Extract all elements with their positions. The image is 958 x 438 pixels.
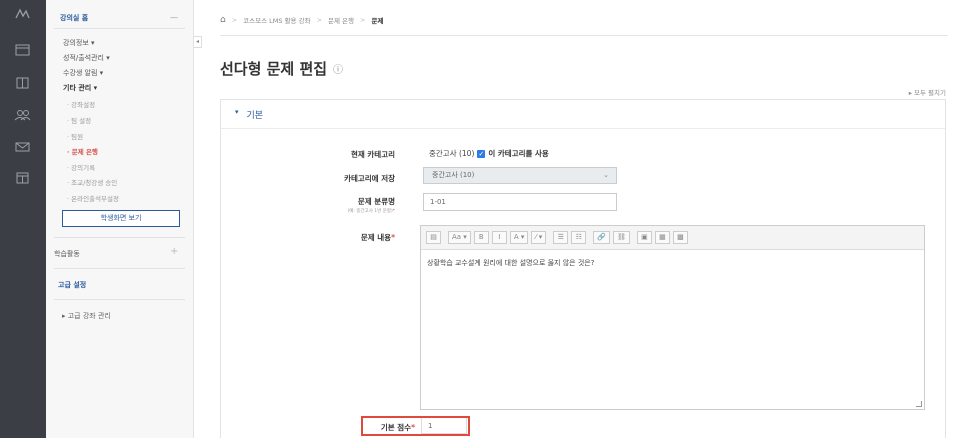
question-text-editor[interactable]: ▤ Aa ▾ B I A ▾ ⁄ ▾ ☰ ☷ 🔗 ⛓ ▣ ▦ ▩ 상황학습 교수… <box>420 225 925 410</box>
unlink-icon[interactable]: ⛓ <box>613 231 630 244</box>
link-icon[interactable]: 🔗 <box>593 231 611 244</box>
chevron-down-icon: ⌄ <box>603 171 609 179</box>
divider <box>54 268 185 269</box>
question-class-label-text: 문제 분류명 <box>357 197 395 206</box>
file-icon[interactable]: ▩ <box>672 231 688 244</box>
chevron-down-icon: ▾ <box>235 108 239 116</box>
sidebar-collapse-dash[interactable]: — <box>170 13 178 22</box>
divider <box>220 35 948 36</box>
required-icon: * <box>392 209 395 214</box>
home-icon[interactable]: ⌂ <box>220 15 226 24</box>
sidebar-subitem-ta-approval[interactable]: · 조교/청강생 승인 <box>67 177 117 187</box>
resize-handle[interactable] <box>916 401 922 407</box>
page-title-text: 선다형 문제 편집 <box>220 60 328 78</box>
question-class-note: (예: 중간고사 1번 문항)* <box>347 208 395 214</box>
breadcrumb-separator: > <box>360 16 366 24</box>
breadcrumb-course[interactable]: 코스모스 LMS 활용 강좌 <box>243 15 310 25</box>
calendar-icon[interactable] <box>14 172 31 184</box>
book-icon[interactable] <box>14 77 31 89</box>
advanced-settings-header[interactable]: 고급 설정 <box>58 280 86 290</box>
editor-toggle-icon[interactable]: ▤ <box>426 231 441 244</box>
student-view-button[interactable]: 학생화면 보기 <box>62 210 180 227</box>
expand-all-link[interactable]: ▸ 모두 펼치기 <box>909 87 946 97</box>
course-home-link[interactable]: 강의실 홈 <box>60 13 88 23</box>
question-class-input[interactable]: 1-01 <box>423 193 617 211</box>
highlight-icon[interactable]: ⁄ ▾ <box>531 231 547 244</box>
save-category-value: 중간고사 (10) <box>432 171 475 179</box>
question-class-label: 문제 분류명 <box>358 196 395 207</box>
course-sidebar: 강의실 홈 — 강의정보 ▾ 성적/출석관리 ▾ 수강생 알림 ▾ 기타 관리 … <box>46 0 194 438</box>
sidebar-subitem-course-log[interactable]: · 강의기록 <box>67 162 95 172</box>
breadcrumb-separator: > <box>231 16 238 24</box>
section-toggle[interactable]: ▾ 기본 <box>235 108 263 121</box>
help-icon[interactable]: ⓘ <box>333 61 343 76</box>
breadcrumb-current: 문제 <box>371 17 384 25</box>
add-activity-icon[interactable]: + <box>170 246 178 257</box>
sidebar-item-grades-attendance[interactable]: 성적/출석관리 ▾ <box>63 53 110 63</box>
icon-rail <box>0 0 46 438</box>
general-section: ▾ 기본 현재 카테고리 중간고사 (10) ✓ 이 카테고리를 사용 카테고리… <box>220 99 946 438</box>
image-icon[interactable]: ▣ <box>636 231 652 244</box>
breadcrumb-separator: > <box>316 16 323 24</box>
question-text-label-text: 문제 내용 <box>360 233 392 242</box>
sidebar-subitem-team-members[interactable]: · 팀원 <box>67 131 83 141</box>
divider <box>221 128 945 129</box>
window-icon[interactable] <box>14 44 31 56</box>
save-category-select[interactable]: 중간고사 (10) ⌄ <box>423 167 617 184</box>
sidebar-toggle-button[interactable]: ◂ <box>194 36 202 48</box>
users-icon[interactable] <box>14 109 31 121</box>
paragraph-style-icon[interactable]: Aa ▾ <box>448 231 471 244</box>
sidebar-item-student-notice[interactable]: 수강생 알림 ▾ <box>63 68 103 78</box>
sidebar-subitem-question-bank[interactable]: · 문제 은행 <box>67 146 98 156</box>
bold-icon[interactable]: B <box>473 231 489 244</box>
ordered-list-icon[interactable]: ☷ <box>571 231 587 244</box>
mail-icon[interactable] <box>14 141 31 153</box>
unordered-list-icon[interactable]: ☰ <box>553 231 569 244</box>
page-title: 선다형 문제 편집 ⓘ <box>220 58 343 79</box>
required-icon: * <box>391 233 395 242</box>
sidebar-item-course-info[interactable]: 강의정보 ▾ <box>63 38 95 48</box>
sidebar-item-other-management[interactable]: 기타 관리 ▾ <box>63 83 97 93</box>
use-category-label: 이 카테고리를 사용 <box>488 149 549 158</box>
section-title: 기본 <box>246 111 264 121</box>
highlight-box <box>361 416 470 436</box>
italic-icon[interactable]: I <box>491 231 507 244</box>
use-category-checkbox[interactable]: ✓ <box>477 149 486 158</box>
editor-toolbar: ▤ Aa ▾ B I A ▾ ⁄ ▾ ☰ ☷ 🔗 ⛓ ▣ ▦ ▩ <box>421 226 924 250</box>
breadcrumb: ⌂ > 코스모스 LMS 활용 강좌 > 문제 은행 > 문제 <box>220 15 383 25</box>
question-text-content[interactable]: 상황학습 교수설계 원리에 대한 설명으로 옳지 않은 것은? <box>421 250 924 276</box>
divider <box>54 237 185 238</box>
font-color-icon[interactable]: A ▾ <box>509 231 529 244</box>
learning-activity-header[interactable]: 학습활동 <box>54 249 80 259</box>
current-category-value: 중간고사 (10) <box>429 149 475 158</box>
current-category-row: 중간고사 (10) ✓ 이 카테고리를 사용 <box>429 148 549 159</box>
main-content: ⌂ > 코스모스 LMS 활용 강좌 > 문제 은행 > 문제 선다형 문제 편… <box>202 0 958 438</box>
question-class-note-text: (예: 중간고사 1번 문항) <box>347 209 393 214</box>
divider <box>54 299 185 300</box>
sidebar-subitem-online-attendance[interactable]: · 온라인출석부설정 <box>67 193 119 203</box>
menu-icon[interactable] <box>14 8 31 20</box>
current-category-label: 현재 카테고리 <box>350 150 395 159</box>
sidebar-subitem-course-settings[interactable]: · 강좌설정 <box>67 99 95 109</box>
question-text-label: 문제 내용* <box>361 232 395 243</box>
breadcrumb-question-bank[interactable]: 문제 은행 <box>328 15 354 25</box>
advanced-course-management-link[interactable]: ▸ 고급 강좌 관리 <box>62 311 111 321</box>
media-icon[interactable]: ▦ <box>654 231 670 244</box>
sidebar-subitem-team-settings[interactable]: · 팀 설정 <box>67 115 91 125</box>
save-category-label: 카테고리에 저장 <box>344 174 395 183</box>
divider <box>54 28 185 29</box>
